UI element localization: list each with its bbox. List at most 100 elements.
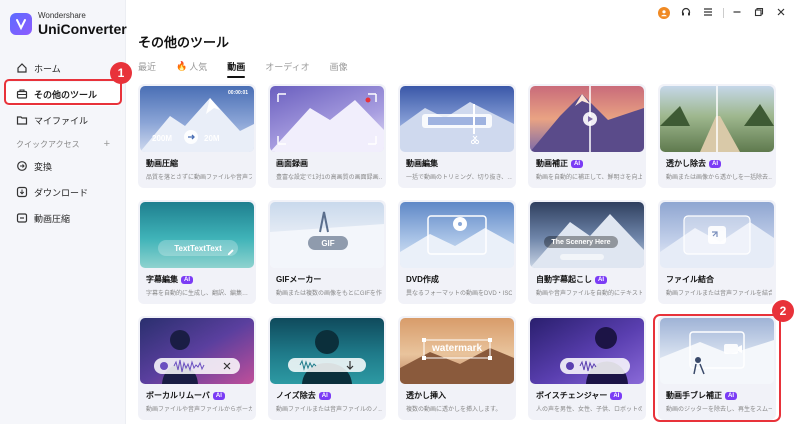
brand: Wondershare UniConverter <box>10 12 127 36</box>
card-title: 字幕編集 <box>146 275 178 284</box>
card-description: 豊富な設定で1対1の高画質の画面録画… <box>276 175 382 181</box>
sidebar-item-label: 動画圧縮 <box>34 213 71 224</box>
sidebar-item-my-files[interactable]: マイファイル <box>0 108 126 132</box>
user-avatar-icon <box>658 7 670 19</box>
thumbnail-dvd <box>400 202 514 268</box>
tab-label: 最近 <box>138 61 157 72</box>
tool-card-gif-maker[interactable]: GIF GIFメーカー 動画または複数の画像をもとにGIFを作… <box>268 200 386 304</box>
download-icon <box>16 186 28 198</box>
minimize-button[interactable] <box>728 6 746 20</box>
size-to-label: 20M <box>204 134 220 143</box>
card-title: GIFメーカー <box>276 275 322 284</box>
tool-card-noise-remover[interactable]: ノイズ除去 AI 動画ファイルまたは音声ファイルのノ… <box>268 316 386 420</box>
home-icon <box>16 62 28 74</box>
tool-card-video-compress[interactable]: 200M 20M 00:00:01 動画圧縮 品質を落とさずに動画ファイルや音声… <box>138 84 256 188</box>
card-description: 一括で動画のトリミング、切り抜き、… <box>406 175 512 181</box>
account-button[interactable] <box>655 6 673 20</box>
tool-card-video-enhance[interactable]: 動画補正 AI 動画を自動的に補正して、鮮明さを向上… <box>528 84 646 188</box>
headset-icon <box>681 4 691 22</box>
sidebar-item-download[interactable]: ダウンロード <box>0 180 126 204</box>
card-description: 動画または画像から透かしを一括除去… <box>666 175 772 181</box>
tab-video[interactable]: 動画 <box>227 58 246 78</box>
card-title: ボーカルリムーバ <box>146 391 210 400</box>
tool-card-dvd-creator[interactable]: DVD作成 異なるフォーマットの動画をDVD・ISO… <box>398 200 516 304</box>
thumbnail-singer <box>140 318 254 384</box>
card-title: 動画圧縮 <box>146 159 178 168</box>
folder-icon <box>16 114 28 126</box>
tool-card-vocal-remover[interactable]: ボーカルリムーバAI 動画ファイルや音声ファイルからボーカル… <box>138 316 256 420</box>
highlight-box-more-tools <box>4 79 122 105</box>
tab-label: 人気 <box>189 61 208 72</box>
tool-card-screen-recorder[interactable]: 画面録画 豊富な設定で1対1の高画質の画面録画… <box>268 84 386 188</box>
card-title: 動画補正 <box>536 159 568 168</box>
tool-card-subtitle-editor[interactable]: TextTextText 字幕編集 AI 字幕を自動的に生成し、翻訳、編集… <box>138 200 256 304</box>
tab-popular[interactable]: 🔥 人気 <box>176 58 207 74</box>
menu-button[interactable] <box>699 6 717 20</box>
thumbnail-scenery: The Scenery Here <box>530 202 644 268</box>
card-description: 人の声を男性、女性、子供、ロボットの… <box>536 407 642 413</box>
ai-badge: AI <box>212 391 225 400</box>
size-from-label: 200M <box>152 134 173 143</box>
thumbnail-forest-road <box>660 86 774 152</box>
support-button[interactable] <box>677 6 695 20</box>
card-description: 動画または複数の画像をもとにGIFを作… <box>276 291 382 297</box>
tool-card-voice-changer[interactable]: ボイスチェンジャー AI 人の声を男性、女性、子供、ロボットの… <box>528 316 646 420</box>
ai-badge: AI <box>571 159 583 168</box>
tool-card-file-merge[interactable]: ファイル結合 動画ファイルまたは音声ファイルを結合… <box>658 200 776 304</box>
card-title: ノイズ除去 <box>276 391 316 400</box>
quick-access-label: クイックアクセス <box>16 139 80 149</box>
card-description: 品質を落とさずに動画ファイルや音声ファイ… <box>146 175 252 181</box>
card-description: 動画ファイルまたは音声ファイルを結合… <box>666 291 772 297</box>
tab-label: オーディオ <box>265 61 310 72</box>
toolbar-divider <box>723 8 724 18</box>
tab-recent[interactable]: 最近 <box>138 58 156 74</box>
tab-image[interactable]: 画像 <box>330 58 348 74</box>
card-title: 自動字幕起こし <box>536 275 592 284</box>
thumbnail-merge <box>660 202 774 268</box>
card-title: 画面録画 <box>276 159 308 168</box>
ai-badge: AI <box>181 275 193 284</box>
page-title: その他のツール <box>138 35 230 50</box>
brand-name: UniConverter <box>38 21 127 37</box>
sidebar: Wondershare UniConverter ホーム その他のツール マイフ… <box>0 0 127 424</box>
tool-card-video-editor[interactable]: 動画編集 一括で動画のトリミング、切り抜き、… <box>398 84 516 188</box>
thumbnail-watermark: watermark <box>400 318 514 384</box>
tab-label: 動画 <box>227 61 246 72</box>
sidebar-item-label: ダウンロード <box>34 187 89 198</box>
restore-button[interactable] <box>750 6 768 20</box>
sidebar-item-convert[interactable]: 変換 <box>0 154 126 178</box>
app-logo-icon <box>10 13 32 35</box>
edit-pencil-icon <box>226 244 235 256</box>
timer-label: 00:00:01 <box>227 90 248 96</box>
tab-audio[interactable]: オーディオ <box>265 58 309 74</box>
card-title: DVD作成 <box>406 275 439 284</box>
tool-card-watermark-insert[interactable]: watermark 透かし挿入 複数の動画に透かしを挿入します。 <box>398 316 516 420</box>
card-description: 複数の動画に透かしを挿入します。 <box>406 407 502 413</box>
callout-badge-1: 1 <box>110 62 132 84</box>
card-title: 透かし除去 <box>666 159 706 168</box>
close-icon <box>776 4 786 22</box>
sidebar-item-home[interactable]: ホーム <box>0 56 126 80</box>
ai-badge: AI <box>709 159 721 168</box>
ai-badge: AI <box>595 275 607 284</box>
watermark-sample: watermark <box>432 343 483 354</box>
thumbnail-mountain: 200M 20M 00:00:01 <box>140 86 254 152</box>
fire-icon: 🔥 <box>176 60 188 71</box>
sidebar-item-compress[interactable]: 動画圧縮 <box>0 206 126 230</box>
tool-card-watermark-remover[interactable]: 透かし除去 AI 動画または画像から透かしを一括除去… <box>658 84 776 188</box>
card-title: 透かし挿入 <box>406 391 446 400</box>
thumbnail-snow-mountain <box>270 86 384 152</box>
add-quick-access-button[interactable]: + <box>104 138 110 150</box>
quick-access-header: クイックアクセス + <box>0 134 126 154</box>
subtitle-sample-text: TextTextText <box>174 243 222 253</box>
menu-icon <box>703 4 713 22</box>
close-button[interactable] <box>772 6 790 20</box>
thumbnail-noise <box>270 318 384 384</box>
minimize-icon <box>732 4 742 22</box>
tool-card-auto-subtitle[interactable]: The Scenery Here 自動字幕起こし AI 動画や音声ファイルを自動的… <box>528 200 646 304</box>
category-tabs: 最近 🔥 人気 動画 オーディオ 画像 <box>138 58 368 78</box>
card-title: 動画編集 <box>406 159 438 168</box>
scissors-icon <box>470 132 480 145</box>
tab-label: 画像 <box>329 61 348 72</box>
brand-sub: Wondershare <box>38 11 86 20</box>
